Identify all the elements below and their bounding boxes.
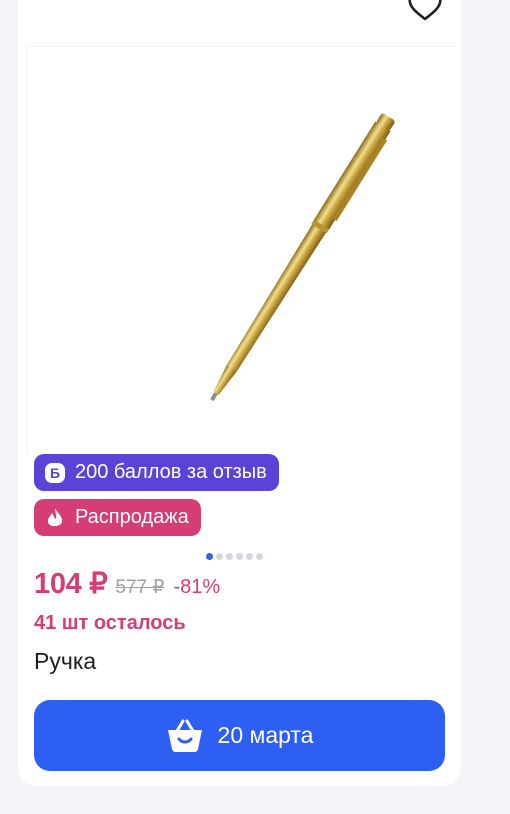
sale-badge[interactable]: Распродажа bbox=[34, 499, 201, 536]
heart-icon bbox=[408, 0, 442, 21]
gallery-dot[interactable] bbox=[246, 553, 253, 560]
svg-text:Б: Б bbox=[50, 465, 60, 481]
gallery-dot[interactable] bbox=[206, 553, 213, 560]
gallery-dot[interactable] bbox=[216, 553, 223, 560]
discount-percent: -81% bbox=[173, 576, 221, 598]
old-price: 577 ₽ bbox=[115, 577, 165, 598]
product-image[interactable] bbox=[26, 46, 456, 456]
stock-left: 41 шт осталось bbox=[34, 612, 186, 634]
basket-icon bbox=[166, 719, 204, 753]
favorite-button[interactable] bbox=[404, 0, 446, 24]
pen-image bbox=[210, 113, 395, 402]
add-to-cart-label: 20 марта bbox=[217, 722, 314, 748]
current-price: 104 ₽ bbox=[34, 568, 108, 600]
gallery-dot[interactable] bbox=[236, 553, 243, 560]
gallery-dot[interactable] bbox=[226, 553, 233, 560]
gallery-dot[interactable] bbox=[256, 553, 263, 560]
price-row: 104 ₽ 577 ₽ -81% bbox=[34, 566, 220, 601]
bonus-badge[interactable]: Б 200 баллов за отзыв bbox=[34, 454, 279, 491]
add-to-cart-button[interactable]: 20 марта bbox=[34, 700, 445, 771]
gallery-dots bbox=[206, 553, 263, 560]
flame-icon bbox=[44, 507, 66, 529]
points-b-icon: Б bbox=[44, 462, 66, 484]
bonus-badge-label: 200 баллов за отзыв bbox=[75, 461, 267, 483]
sale-badge-label: Распродажа bbox=[75, 506, 189, 528]
product-title[interactable]: Ручка bbox=[34, 648, 96, 675]
